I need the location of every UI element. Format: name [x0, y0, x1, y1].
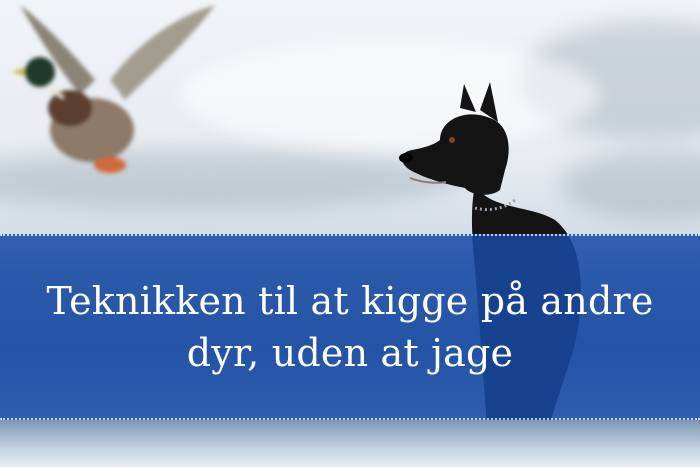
headline: Teknikken til at kigge på andre dyr, ude…	[20, 275, 680, 379]
title-banner: Teknikken til at kigge på andre dyr, ude…	[0, 234, 700, 420]
water-reflection	[0, 420, 700, 467]
headline-line-2: dyr, uden at jage	[186, 331, 514, 375]
duck-icon	[12, 5, 215, 173]
headline-line-1: Teknikken til at kigge på andre	[46, 279, 654, 323]
